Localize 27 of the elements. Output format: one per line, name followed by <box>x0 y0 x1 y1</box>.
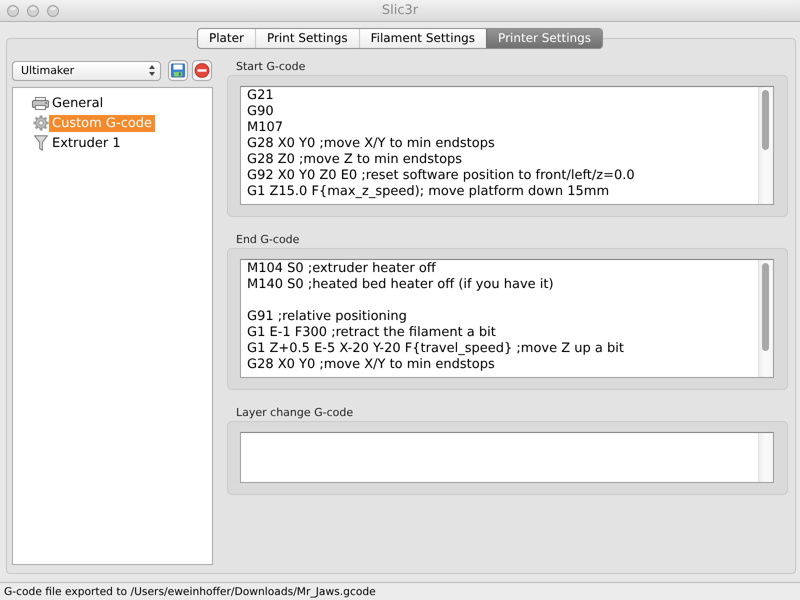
scrollbar[interactable] <box>758 260 773 377</box>
zoom-button[interactable] <box>47 4 59 16</box>
tab[interactable]: Plater <box>198 29 255 48</box>
scrollbar-thumb[interactable] <box>762 263 769 351</box>
scrollbar[interactable] <box>758 87 773 204</box>
section-label: Layer change G-code <box>236 406 354 420</box>
updown-arrows-icon <box>149 65 155 76</box>
code-text-area[interactable] <box>240 432 774 483</box>
gear-icon <box>32 115 48 131</box>
tab[interactable]: Printer Settings <box>486 29 602 48</box>
code-text-area[interactable]: G21 G90 M107 G28 X0 Y0 ;move X/Y to min endstops G28 Z0 ;move Z to min endstops G92 X0 Y0 Z0 E0 ;reset software position to front/left/z=0.0 G1 Z15.0 F{max_z_speed); move platform down 15mm <box>240 86 774 205</box>
window-title: Slic3r <box>382 2 418 18</box>
scrollbar-thumb[interactable] <box>762 90 769 150</box>
code-text-area[interactable]: M104 S0 ;extruder heater off M140 S0 ;heated bed heater off (if you have it) G91 ;relative positioning G1 E-1 F300 ;retract the filament a bit G1 Z+0.5 E-5 X-20 Y-20 F{travel_speed} ;move Z up a bit G28 X0 Y0 ;move X/Y to min endstops <box>240 259 774 378</box>
minus-circle-icon[interactable] <box>192 60 212 81</box>
section-label: Start G-code <box>236 60 306 74</box>
funnel-icon <box>34 135 48 151</box>
minimize-button[interactable] <box>27 4 39 16</box>
close-button[interactable] <box>7 4 19 16</box>
section-label: End G-code <box>236 233 300 247</box>
tree-item[interactable]: General <box>49 94 106 112</box>
printer-icon <box>32 96 49 110</box>
tab[interactable]: Print Settings <box>254 29 359 48</box>
preset-dropdown[interactable]: Ultimaker <box>12 60 161 80</box>
status-text: G-code file exported to /Users/eweinhoffer/Downloads/Mr_Jaws.gcode <box>4 584 376 598</box>
scrollbar[interactable] <box>758 433 773 482</box>
tree-item[interactable]: Extruder 1 <box>49 134 124 152</box>
